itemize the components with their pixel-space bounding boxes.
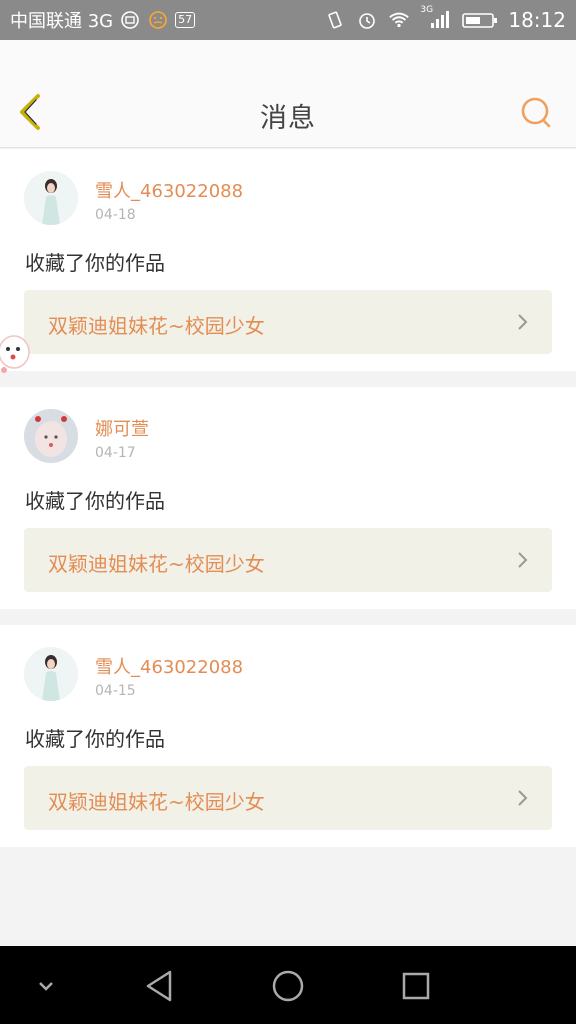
nav-collapse-button[interactable]	[26, 966, 66, 1006]
message-date: 04-18	[95, 207, 136, 223]
chevron-right-icon	[518, 552, 528, 568]
chevron-right-icon	[518, 790, 528, 806]
work-title: 双颖迪姐妹花~校园少女	[48, 552, 265, 576]
chevron-right-icon	[518, 314, 528, 330]
status-bar: 中国联通 3G 57 3G 18:12	[0, 0, 576, 40]
avatar[interactable]	[24, 409, 78, 463]
battery-icon	[462, 9, 498, 31]
header: 消息	[0, 40, 576, 148]
message-card: 雪人_463022088 04-18 收藏了你的作品 双颖迪姐妹花~校园少女	[0, 149, 576, 371]
username-link[interactable]: 雪人_463022088	[95, 653, 243, 679]
signal-icon: 3G	[420, 5, 452, 31]
status-left: 中国联通 3G 57	[10, 7, 196, 33]
nav-recent-button[interactable]	[396, 966, 436, 1006]
square-recent-icon	[402, 972, 430, 1000]
circle-home-icon	[272, 970, 304, 1002]
message-list: 雪人_463022088 04-18 收藏了你的作品 双颖迪姐妹花~校园少女 娜…	[0, 149, 576, 863]
screen: 中国联通 3G 57 3G 18:12 消息 雪人_463022088 04-1…	[0, 0, 576, 1024]
network-type-label: 3G	[420, 5, 434, 15]
nav-home-button[interactable]	[268, 966, 308, 1006]
vibrate-icon	[324, 9, 346, 31]
work-title: 双颖迪姐妹花~校园少女	[48, 790, 265, 814]
work-link[interactable]: 双颖迪姐妹花~校园少女	[24, 290, 552, 354]
username-link[interactable]: 娜可萱	[95, 415, 149, 441]
alarm-icon	[356, 9, 378, 31]
search-button[interactable]	[520, 96, 554, 130]
message-card: 娜可萱 04-17 收藏了你的作品 双颖迪姐妹花~校园少女	[0, 387, 576, 609]
search-icon	[521, 97, 551, 128]
username-link[interactable]: 雪人_463022088	[95, 177, 243, 203]
carrier-label: 中国联通 3G	[10, 11, 114, 32]
clock: 18:12	[508, 8, 566, 32]
message-action: 收藏了你的作品	[25, 489, 165, 513]
page-title: 消息	[260, 103, 316, 134]
wifi-icon	[388, 9, 410, 31]
work-link[interactable]: 双颖迪姐妹花~校园少女	[24, 528, 552, 592]
system-nav-bar	[0, 946, 576, 1024]
work-link[interactable]: 双颖迪姐妹花~校园少女	[24, 766, 552, 830]
floating-mascot-icon[interactable]	[0, 330, 32, 380]
message-date: 04-17	[95, 445, 136, 461]
nav-back-button[interactable]	[140, 966, 180, 1006]
status-right: 3G 18:12	[324, 5, 566, 32]
notification-badge: 57	[175, 12, 196, 28]
message-date: 04-15	[95, 683, 136, 699]
chevron-down-icon	[39, 982, 53, 991]
work-title: 双颖迪姐妹花~校园少女	[48, 314, 265, 338]
avatar[interactable]	[24, 171, 78, 225]
sim-icon	[119, 9, 141, 31]
emoji-notification-icon	[147, 9, 169, 31]
message-action: 收藏了你的作品	[25, 727, 165, 751]
message-card: 雪人_463022088 04-15 收藏了你的作品 双颖迪姐妹花~校园少女	[0, 625, 576, 847]
triangle-back-icon	[146, 970, 172, 1002]
avatar[interactable]	[24, 647, 78, 701]
message-action: 收藏了你的作品	[25, 251, 165, 275]
